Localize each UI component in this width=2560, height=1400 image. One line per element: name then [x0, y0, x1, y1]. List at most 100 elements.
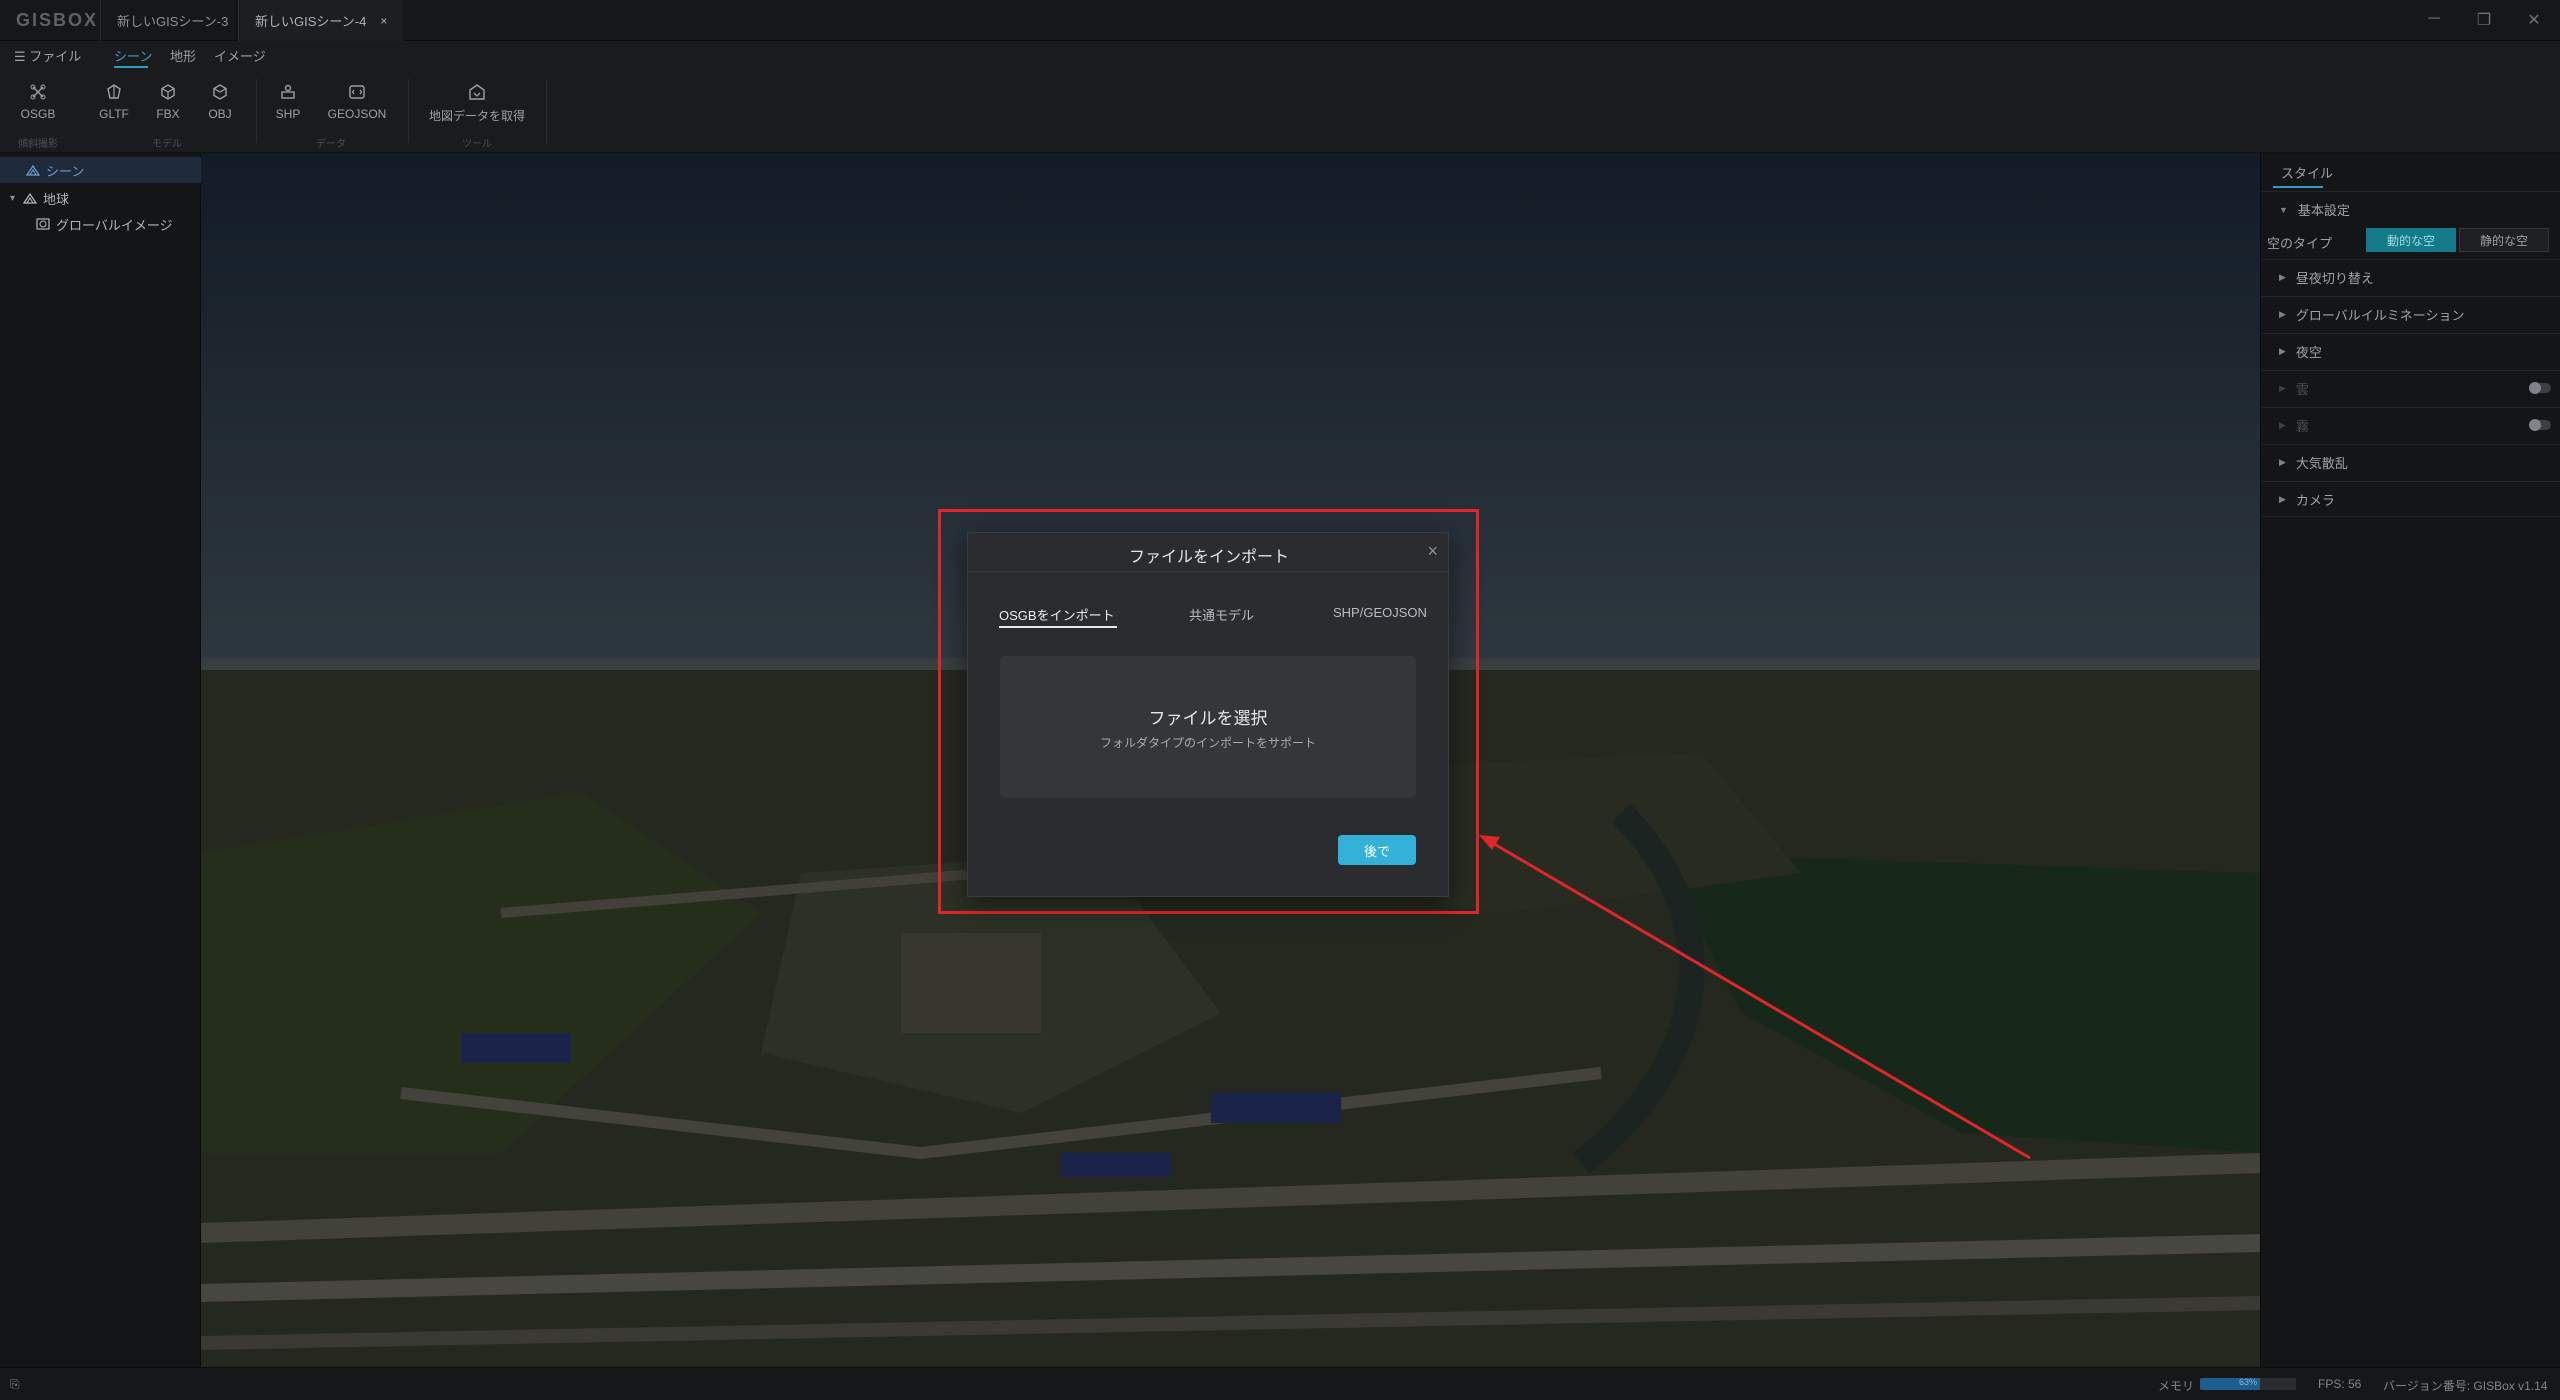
expand-caret-icon[interactable]: ▾ [10, 193, 15, 204]
fps-readout: FPS: 56 [2318, 1377, 2362, 1391]
tab-shp-geojson[interactable]: SHP/GEOJSON [1333, 605, 1427, 620]
section-camera[interactable]: ▶ カメラ [2261, 481, 2560, 517]
obj-icon [213, 84, 227, 100]
close-window-icon[interactable]: ✕ [2524, 10, 2544, 30]
expand-caret-icon: ▶ [2279, 309, 2286, 319]
group-label-data: データ [316, 139, 346, 150]
scene-tree-panel: シーン ▾ 地球 グローバルイメージ [0, 153, 201, 1367]
dynamic-sky-option[interactable]: 動的な空 [2366, 228, 2456, 252]
toolbar-separator [256, 79, 257, 143]
app-logo: GISBOX [16, 10, 99, 30]
file-select-dropzone[interactable]: ファイルを選択 フォルダタイプのインポートをサポート [1000, 656, 1416, 798]
section-global-illumination[interactable]: ▶ グローバルイルミネーション [2261, 296, 2560, 332]
group-label-oblique: 傾斜撮影 [18, 139, 58, 150]
active-menu-indicator [114, 66, 148, 68]
expand-caret-icon: ▶ [2279, 383, 2286, 393]
geojson-icon [349, 85, 365, 99]
section-clouds[interactable]: ▶ 雲 [2261, 370, 2560, 406]
active-tab-indicator [999, 626, 1117, 628]
collapse-caret-icon: ▼ [2279, 204, 2288, 215]
section-atmosphere[interactable]: ▶ 大気散乱 [2261, 444, 2560, 480]
globe-icon [23, 192, 38, 204]
fbx-label: FBX [156, 107, 180, 121]
minimize-icon[interactable]: ─ [2424, 10, 2444, 28]
menu-scene[interactable]: シーン [114, 46, 152, 65]
get-map-data-label: 地図データを取得 [428, 109, 525, 123]
image-layer-icon [36, 218, 50, 230]
expand-caret-icon: ▶ [2279, 493, 2286, 504]
shp-icon [281, 84, 295, 99]
tab-import-osgb[interactable]: OSGBをインポート [999, 605, 1115, 624]
expand-caret-icon: ▶ [2279, 457, 2286, 467]
later-button[interactable]: 後で [1338, 835, 1416, 865]
obj-label: OBJ [208, 107, 232, 121]
memory-bar: 63% [2200, 1378, 2296, 1390]
gltf-button[interactable]: GLTF [96, 83, 132, 121]
group-label-tools: ツール [462, 139, 492, 150]
expand-caret-icon: ▶ [2279, 272, 2286, 282]
style-panel: スタイル ▼ 基本設定 空のタイプ 動的な空 静的な空 ▶ 昼夜切り替え ▶ グ… [2260, 153, 2560, 1367]
menu-terrain[interactable]: 地形 [170, 46, 196, 65]
dialog-title: ファイルをインポート [1128, 549, 1289, 566]
tree-item-global-image[interactable]: グローバルイメージ [0, 211, 201, 237]
tab-label: 新しいGISシーン-4 [255, 14, 367, 29]
expand-caret-icon: ▶ [2279, 346, 2286, 356]
osgb-button[interactable]: OSGB [18, 83, 58, 121]
section-label: 雲 [2295, 382, 2309, 397]
title-bar: GISBOX 新しいGISシーン-3 ● 新しいGISシーン-4 × ─ ❐ ✕ [0, 0, 2560, 41]
memory-label: メモリ [2158, 1379, 2195, 1393]
section-basic-settings[interactable]: ▼ 基本設定 [2261, 191, 2560, 227]
osgb-label: OSGB [20, 107, 56, 121]
shp-button[interactable]: SHP [272, 83, 304, 121]
section-day-night[interactable]: ▶ 昼夜切り替え [2261, 259, 2560, 295]
dropzone-subtitle: フォルダタイプのインポートをサポート [1099, 736, 1316, 750]
status-bar: ⎘ メモリ 63% FPS: 56 バージョン番号: GISBox v1.14 [0, 1367, 2560, 1400]
obj-button[interactable]: OBJ [204, 83, 236, 121]
import-file-dialog: ファイルをインポート × OSGBをインポート 共通モデル SHP/GEOJSO… [967, 532, 1450, 897]
geojson-button[interactable]: GEOJSON [326, 83, 388, 121]
tab-common-model[interactable]: 共通モデル [1189, 605, 1254, 624]
restore-icon[interactable]: ❐ [2474, 10, 2494, 30]
fbx-icon [161, 84, 175, 100]
static-sky-option[interactable]: 静的な空 [2459, 228, 2549, 252]
geojson-label: GEOJSON [327, 107, 387, 121]
scene-icon [26, 164, 40, 176]
close-tab-icon[interactable]: × [380, 14, 387, 28]
dialog-divider [968, 571, 1450, 572]
expand-caret-icon: ▶ [2279, 420, 2286, 430]
dropzone-title: ファイルを選択 [1148, 709, 1268, 728]
tab-label: 新しいGISシーン-3 [117, 14, 229, 29]
section-label: カメラ [2295, 492, 2335, 508]
tree-item-label: シーン [46, 163, 85, 179]
tree-item-scene[interactable]: シーン [0, 157, 201, 183]
shp-label: SHP [275, 107, 301, 121]
status-left-icon[interactable]: ⎘ [10, 1377, 20, 1392]
menu-file[interactable]: ☰ ファイル [14, 46, 81, 65]
download-map-icon [469, 84, 485, 100]
fbx-button[interactable]: FBX [152, 83, 184, 121]
tab-scene-4[interactable]: 新しいGISシーン-4 × [238, 0, 404, 41]
section-fog[interactable]: ▶ 霧 [2261, 407, 2560, 443]
tree-item-label: グローバルイメージ [56, 217, 173, 233]
section-label: グローバルイルミネーション [2295, 308, 2465, 323]
toolbar-separator [546, 79, 547, 143]
ribbon-toolbar: OSGB GLTF FBX OBJ SHP GEOJSON 地図データを取得 傾… [0, 69, 2560, 153]
section-label: 霧 [2295, 419, 2309, 434]
tree-item-globe[interactable]: ▾ 地球 [0, 185, 201, 211]
tree-item-label: 地球 [43, 191, 70, 207]
tab-style[interactable]: スタイル [2281, 163, 2333, 182]
version-label: バージョン番号: GISBox v1.14 [2383, 1379, 2548, 1393]
get-map-data-button[interactable]: 地図データを取得 [424, 83, 530, 124]
section-label: 大気散乱 [2295, 456, 2348, 471]
section-label: 基本設定 [2297, 203, 2350, 218]
memory-percent: 63% [2238, 1378, 2257, 1387]
toolbar-separator [408, 79, 409, 143]
section-label: 昼夜切り替え [2295, 271, 2374, 286]
fog-toggle[interactable] [2529, 419, 2551, 431]
menu-image[interactable]: イメージ [214, 46, 266, 65]
gltf-icon [107, 84, 121, 99]
clouds-toggle[interactable] [2529, 382, 2551, 394]
close-icon[interactable]: × [1427, 541, 1438, 562]
section-night-sky[interactable]: ▶ 夜空 [2261, 333, 2560, 369]
menu-bar: ☰ ファイル シーン 地形 イメージ [0, 41, 2560, 69]
